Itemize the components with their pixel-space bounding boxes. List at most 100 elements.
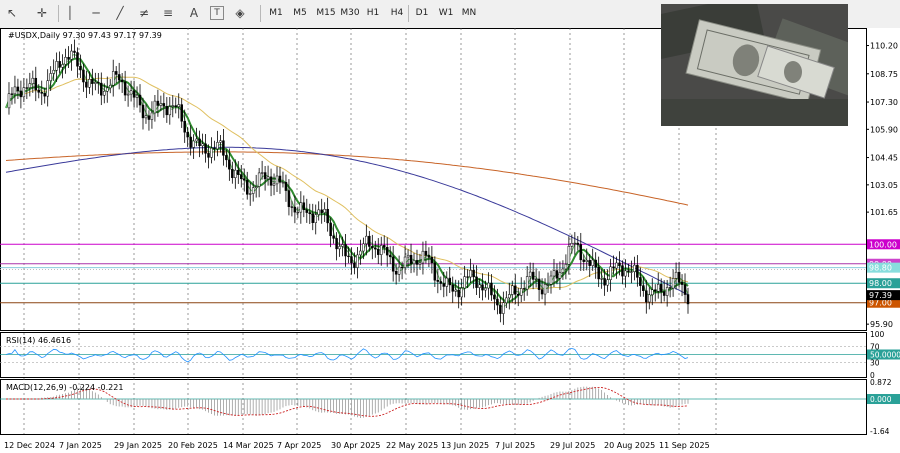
candle-body [123,81,127,96]
candle-body [525,276,529,290]
candle-body [570,243,574,247]
candle-body [612,266,615,269]
shapes-icon[interactable]: ◈ [232,5,248,21]
cursor-icon[interactable]: ↖ [4,5,20,21]
rsi-level-label: 30 [870,359,880,368]
candle-body [665,287,669,296]
candle-body [674,271,678,279]
toolbar-separator [260,5,261,22]
candle-body [427,255,431,258]
candle-body [505,297,508,304]
date-label: 14 Mar 2025 [223,441,274,450]
macd-header: MACD(12,26,9) -0.224 -0.221 [6,383,123,392]
candle-body [31,77,35,84]
text-icon[interactable]: A [186,5,202,21]
timeframe-m5[interactable]: M5 [288,4,312,22]
candle-body [82,69,85,83]
label-icon[interactable]: T [210,6,224,20]
candle-body [630,271,633,273]
candle-body [165,106,169,116]
timeframe-h4[interactable]: H4 [385,4,409,22]
candle-body [272,183,276,186]
candle-body [412,260,416,265]
timeframe-h1[interactable]: H1 [361,4,385,22]
candle-body [201,143,204,147]
candle-body [76,52,79,67]
timeframe-m30[interactable]: M30 [338,4,362,22]
candle-body [275,175,279,185]
date-label: 13 Jun 2025 [441,441,489,450]
candle-body [46,80,49,97]
candle-body [222,140,225,156]
macd-level-label: -1.64 [870,427,890,436]
candle-body [16,86,20,92]
candle-body [406,254,410,258]
crosshair-icon[interactable]: ✛ [34,5,50,21]
candle-body [204,143,207,154]
candle-body [454,289,457,292]
candle-body [636,264,639,278]
candle-body [397,266,401,275]
trendline-icon[interactable]: ╱ [112,5,128,21]
timeframe-m1[interactable]: M1 [264,4,288,22]
candle-body [606,279,609,286]
candle-body [186,131,189,138]
timeframe-m15[interactable]: M15 [314,4,338,22]
candle-body [135,94,139,98]
candle-body [7,93,11,109]
candle-body [293,206,297,213]
horizontal-line-icon[interactable]: ─ [88,5,104,21]
equidistant-channel-icon[interactable]: ≠ [136,5,152,21]
candle-body [67,56,70,60]
candle-body [225,155,228,161]
candle-body [388,254,392,258]
timeframe-mn[interactable]: MN [457,4,481,22]
timeframe-d1[interactable]: D1 [410,4,434,22]
candle-body [514,285,517,295]
candle-body [534,278,538,281]
candle-body [418,262,422,265]
candle-body [543,284,547,295]
candle-body [144,115,148,119]
candle-body [198,138,201,147]
date-label: 29 Jan 2025 [114,441,162,450]
candle-body [522,288,526,290]
macd-level-label: 0.872 [870,378,892,387]
candle-body [403,256,407,268]
candle-body [94,82,97,84]
price-label: 105.90 [870,125,898,134]
timeframe-w1[interactable]: W1 [434,4,458,22]
candle-body [639,277,642,286]
candle-body [10,93,14,95]
candle-body [499,304,502,314]
candle-body [519,288,523,296]
candle-body [645,290,648,303]
candle-body [219,140,222,143]
candle-body [305,209,309,213]
candle-body [677,271,681,283]
candle-body [442,283,446,287]
candle-body [633,264,636,272]
candle-body [302,202,306,211]
candle-body [436,279,440,282]
candle-body [368,235,371,247]
candle-body [120,79,124,83]
candle-body [668,287,672,289]
candle-body [281,182,285,184]
candle-body [40,92,43,94]
candle-body [347,255,350,258]
candle-body [138,94,142,106]
candle-body [478,284,481,288]
candle-body [162,103,166,107]
candle-body [243,178,246,181]
candle-body [106,87,109,92]
candle-body [451,284,454,292]
date-label: 22 May 2025 [386,441,438,450]
candle-body [475,276,478,288]
candle-body [362,243,365,252]
candle-body [85,81,88,88]
vertical-line-icon[interactable]: │ [62,5,78,21]
candle-body [70,50,73,60]
fibonacci-icon[interactable]: ≡ [160,5,176,21]
candle-body [394,271,398,275]
